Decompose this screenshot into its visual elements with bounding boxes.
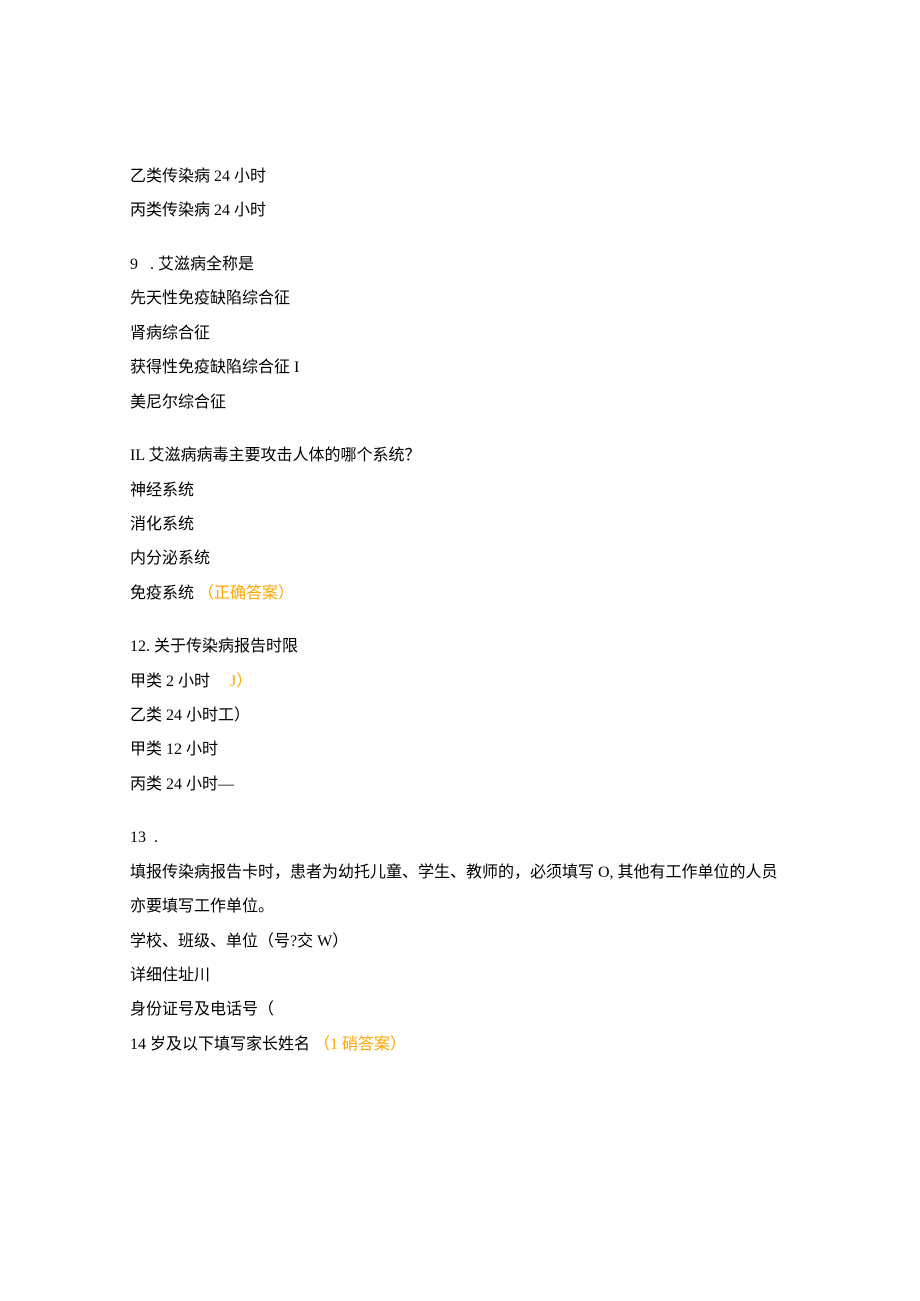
- option-line: 甲类 2 小时 J）: [130, 665, 790, 699]
- option-correct: 免疫系统 （正确答案）: [130, 577, 790, 611]
- question-il: IL 艾滋病病毒主要攻击人体的哪个系统？: [130, 439, 790, 473]
- blank-line: [130, 802, 790, 821]
- correct-answer-label: （1 硝答案）: [314, 1036, 406, 1053]
- option-line: 神经系统: [130, 474, 790, 508]
- option-correct: 14 岁及以下填写家长姓名 （1 硝答案）: [130, 1028, 790, 1062]
- question-12: 12. 关于传染病报告时限: [130, 630, 790, 664]
- option-line: 甲类 12 小时: [130, 733, 790, 767]
- option-line: 获得性免疫缺陷综合征 I: [130, 351, 790, 385]
- correct-answer-label: （正确答案）: [198, 585, 294, 602]
- marker-text: J）: [230, 673, 252, 690]
- question-9: 9 . 艾滋病全称是: [130, 248, 790, 282]
- blank-line: [130, 611, 790, 630]
- option-line: 丙类传染病 24 小时: [130, 194, 790, 228]
- option-line: 美尼尔综合征: [130, 386, 790, 420]
- blank-line: [130, 229, 790, 248]
- option-line: 身份证号及电话号（: [130, 993, 790, 1027]
- option-text: 免疫系统: [130, 585, 198, 602]
- blank-line: [130, 420, 790, 439]
- question-13-body: 填报传染病报告卡时，患者为幼托儿童、学生、教师的，必须填写 O, 其他有工作单位…: [130, 856, 790, 925]
- option-line: 肾病综合征: [130, 317, 790, 351]
- option-line: 内分泌系统: [130, 542, 790, 576]
- option-line: 乙类传染病 24 小时: [130, 160, 790, 194]
- question-13: 13 .: [130, 821, 790, 855]
- option-text: 14 岁及以下填写家长姓名: [130, 1036, 314, 1053]
- option-line: 丙类 24 小时—: [130, 768, 790, 802]
- option-line: 乙类 24 小时工）: [130, 699, 790, 733]
- option-line: 学校、班级、单位（号?交 W）: [130, 925, 790, 959]
- option-line: 详细住址川: [130, 959, 790, 993]
- option-line: 消化系统: [130, 508, 790, 542]
- option-line: 先天性免疫缺陷综合征: [130, 282, 790, 316]
- option-text: 甲类 2 小时: [130, 673, 230, 690]
